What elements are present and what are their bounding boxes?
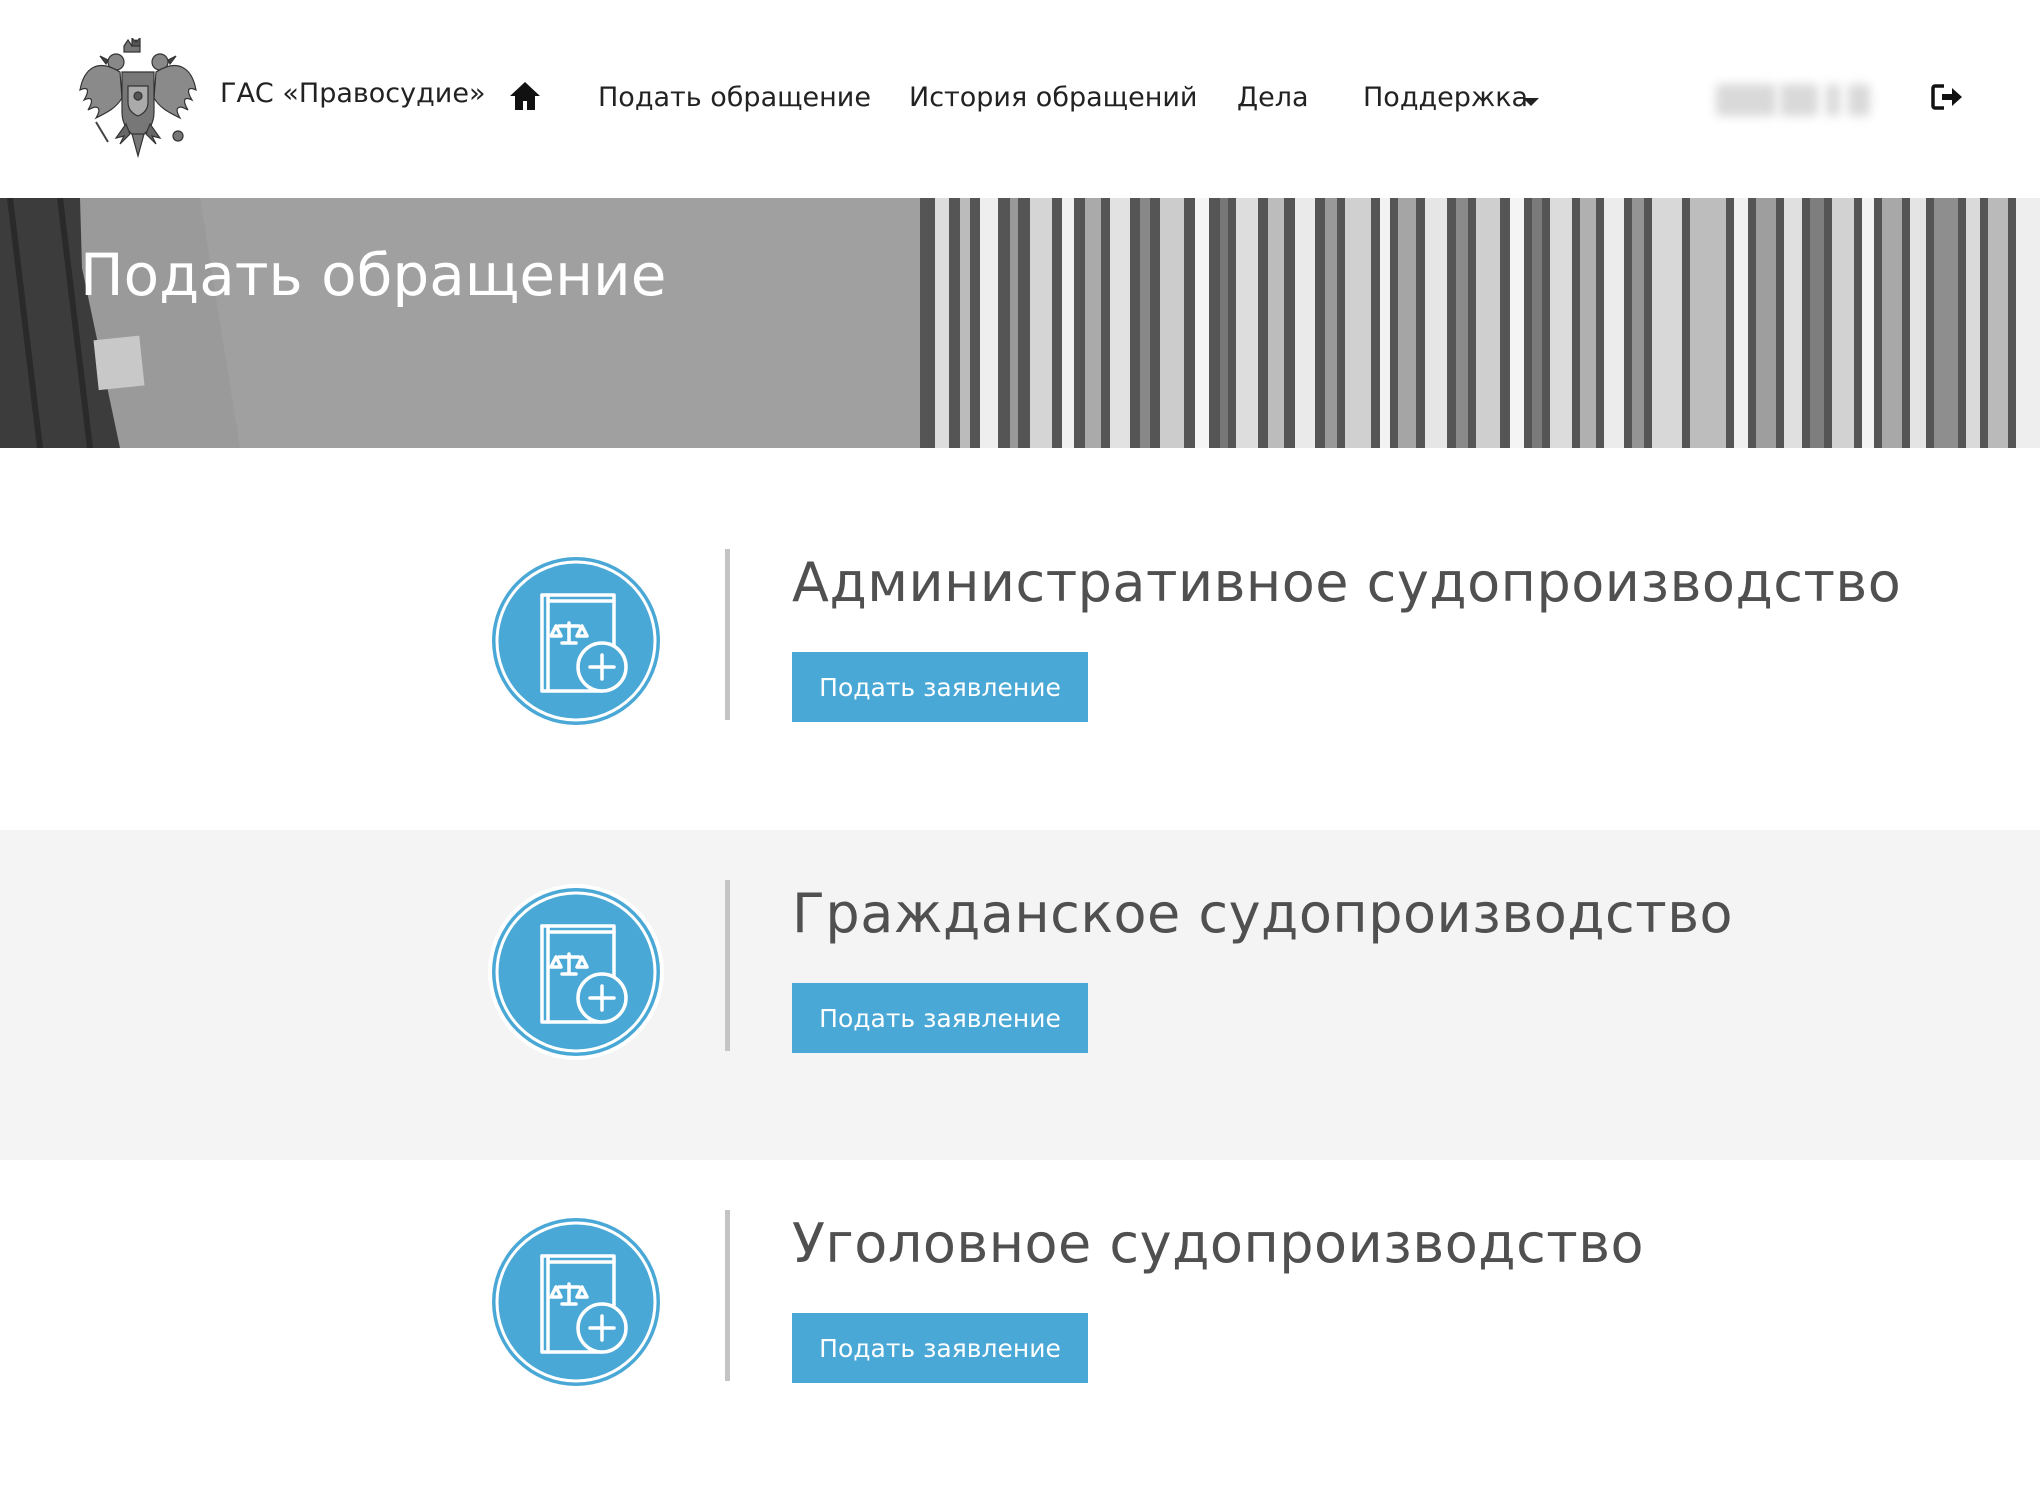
russian-coat-of-arms-icon[interactable] xyxy=(78,38,198,160)
law-book-add-icon[interactable] xyxy=(486,551,666,731)
top-navbar: ГАС «Правосудие» Подать обращение Истори… xyxy=(0,0,2040,198)
folders-background-image xyxy=(0,198,2040,448)
nav-support[interactable]: Поддержка xyxy=(1363,82,1528,113)
submit-application-button[interactable]: Подать заявление xyxy=(792,1313,1088,1383)
submit-application-button[interactable]: Подать заявление xyxy=(792,983,1088,1053)
chevron-down-icon[interactable] xyxy=(1523,98,1539,106)
section-title: Уголовное судопроизводство xyxy=(792,1212,1645,1275)
page-banner: Подать обращение xyxy=(0,198,2040,448)
section-criminal: Уголовное судопроизводство Подать заявле… xyxy=(0,1160,2040,1490)
section-title: Гражданское судопроизводство xyxy=(792,882,1734,945)
sign-out-icon[interactable] xyxy=(1930,82,1964,112)
section-administrative: Административное судопроизводство Подать… xyxy=(0,499,2040,829)
section-title: Административное судопроизводство xyxy=(792,551,1902,614)
section-civil: Гражданское судопроизводство Подать заяв… xyxy=(0,830,2040,1160)
law-book-add-icon[interactable] xyxy=(486,1212,666,1392)
section-divider xyxy=(725,549,730,720)
page-title: Подать обращение xyxy=(80,241,667,309)
submit-application-button[interactable]: Подать заявление xyxy=(792,652,1088,722)
user-name-blurred[interactable] xyxy=(1716,84,1872,116)
section-divider xyxy=(725,1210,730,1381)
nav-cases[interactable]: Дела xyxy=(1237,82,1309,113)
home-icon[interactable] xyxy=(508,80,542,112)
nav-submit-appeal[interactable]: Подать обращение xyxy=(598,82,871,113)
brand-title[interactable]: ГАС «Правосудие» xyxy=(220,78,485,109)
nav-appeal-history[interactable]: История обращений xyxy=(909,82,1197,113)
section-divider xyxy=(725,880,730,1051)
law-book-add-icon[interactable] xyxy=(486,882,666,1062)
